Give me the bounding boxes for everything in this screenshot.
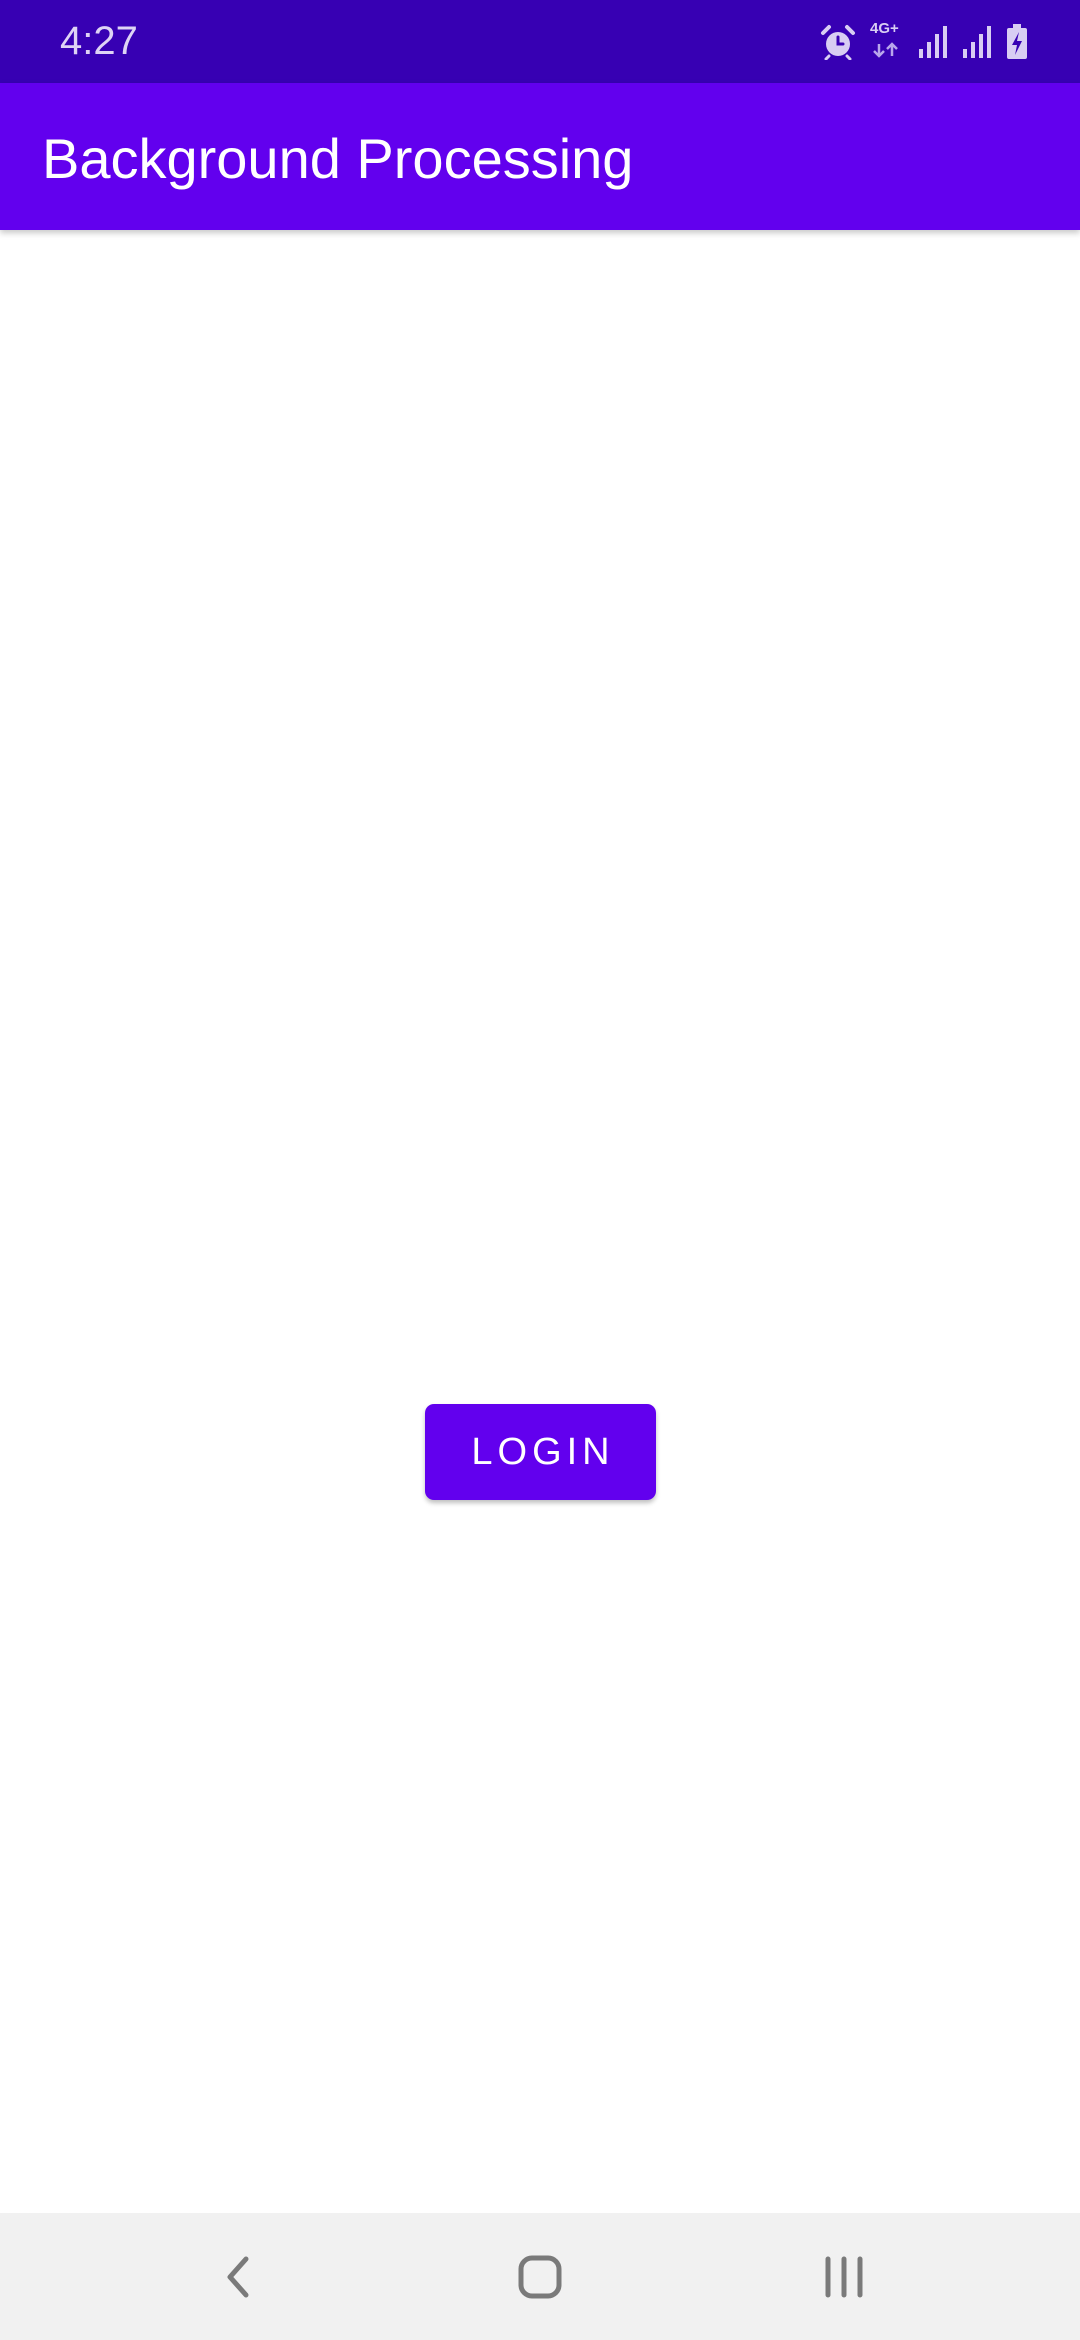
status-bar: 4:27 4G+	[0, 0, 1080, 83]
network-type-label: 4G+	[870, 20, 899, 37]
navigation-bar	[0, 2213, 1080, 2340]
recents-icon	[825, 2256, 863, 2297]
status-icons: 4G+	[820, 20, 1028, 62]
back-icon	[227, 2256, 249, 2297]
battery-charging-icon	[1007, 24, 1027, 59]
signal-icon	[919, 26, 947, 58]
home-button[interactable]	[480, 2213, 600, 2340]
network-type-indicator: 4G+	[870, 20, 904, 62]
network-activity-icon	[873, 42, 898, 58]
home-icon	[518, 2255, 562, 2298]
app-bar: Background Processing	[0, 83, 1080, 230]
signal-icon	[963, 26, 991, 58]
app-title: Background Processing	[42, 127, 634, 190]
recents-button[interactable]	[784, 2213, 904, 2340]
back-button[interactable]	[178, 2213, 298, 2340]
status-time: 4:27	[60, 19, 138, 63]
main-content: LOGIN	[0, 230, 1080, 2213]
login-button[interactable]: LOGIN	[425, 1404, 656, 1500]
alarm-icon	[821, 25, 855, 60]
